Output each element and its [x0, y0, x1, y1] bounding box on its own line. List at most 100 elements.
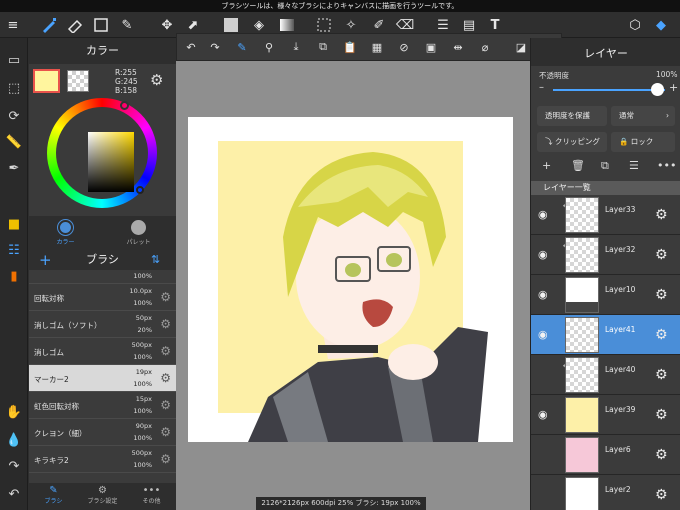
paste-icon[interactable]: 📋	[342, 39, 358, 55]
menu-icon[interactable]: ≡	[4, 16, 22, 34]
gear-icon[interactable]: ⚙	[160, 317, 171, 331]
brush-item[interactable]: 消しゴム 500px 100% ⚙	[29, 338, 176, 365]
brush-item[interactable]: 回転対称 10.0px 100% ⚙	[29, 284, 176, 311]
layout-split-icon[interactable]: ▤	[460, 16, 478, 34]
flip-icon[interactable]: ⇹	[450, 39, 466, 55]
opacity-slider-knob[interactable]	[651, 83, 664, 96]
gear-icon[interactable]: ⚙	[160, 452, 171, 466]
saturation-value-square[interactable]	[88, 132, 134, 192]
gear-icon[interactable]: ⚙	[655, 487, 668, 503]
color-pick-icon[interactable]: ✎	[118, 16, 136, 34]
move-icon[interactable]: ✥	[158, 16, 176, 34]
gear-icon[interactable]: ⚙	[150, 71, 163, 89]
opacity-increase-button[interactable]: +	[669, 81, 678, 94]
brush-list-icon[interactable]: ☷	[4, 240, 24, 260]
lock-button[interactable]: 🔒 ロック	[611, 132, 675, 152]
eye-icon[interactable]: ◉	[538, 408, 556, 422]
layer-row[interactable]: ↲ Layer40 ⚙	[531, 355, 680, 395]
eye-icon[interactable]: ◉	[538, 208, 556, 222]
clipping-button[interactable]: ⤵ クリッピング	[537, 132, 607, 152]
fill-color-icon[interactable]	[222, 16, 240, 34]
layer-row[interactable]: ◉ Layer39 ⚙	[531, 395, 680, 435]
layer-row[interactable]: Layer2 ⚙	[531, 475, 680, 510]
add-layer-icon[interactable]: +	[542, 159, 551, 172]
select-pen-icon[interactable]: ✐	[370, 16, 388, 34]
sub-color-swatch[interactable]	[67, 70, 89, 92]
tab-palette[interactable]: パレット	[102, 216, 175, 250]
layer-row[interactable]: ◉ Layer10 ⚙	[531, 275, 680, 315]
transform-icon[interactable]: ⬈	[184, 16, 202, 34]
duplicate-layer-icon[interactable]: ⧉	[601, 159, 609, 173]
gear-icon[interactable]: ⚙	[655, 287, 668, 303]
undo-side-icon[interactable]: ↶	[4, 484, 24, 504]
more-icon[interactable]: •••	[657, 159, 676, 172]
eye-icon[interactable]: ◉	[538, 288, 556, 302]
tab-other[interactable]: ••• その他	[127, 483, 176, 510]
pen-icon[interactable]: ✒	[4, 158, 24, 178]
save-icon[interactable]: ⤓	[288, 39, 304, 55]
tab-brush-settings[interactable]: ⚙ ブラシ設定	[78, 483, 127, 510]
tab-color[interactable]: カラー	[29, 216, 102, 250]
magic-wand-icon[interactable]: ✧	[342, 16, 360, 34]
page-icon[interactable]: ▭	[4, 50, 24, 70]
gear-icon[interactable]: ⚙	[655, 247, 668, 263]
fill-icon[interactable]: ▣	[423, 39, 439, 55]
eyedropper-icon[interactable]: ⚲	[261, 39, 277, 55]
gear-icon[interactable]: ⚙	[160, 344, 171, 358]
gear-icon[interactable]: ⚙	[160, 398, 171, 412]
bucket-icon[interactable]: ◈	[250, 16, 268, 34]
ruler-toggle-icon[interactable]: ◪	[513, 39, 529, 55]
gear-icon[interactable]: ⚙	[655, 327, 668, 343]
redo-side-icon[interactable]: ↷	[4, 456, 24, 476]
select-eraser-icon[interactable]: ⌫	[396, 16, 414, 34]
layer-row[interactable]: ◉ ↲ Layer32 ⚙	[531, 235, 680, 275]
ruler-icon[interactable]: 📏	[4, 132, 24, 152]
brush-settings-icon[interactable]: ✎	[234, 39, 250, 55]
snap-off-icon[interactable]: ⌀	[477, 39, 493, 55]
gear-icon[interactable]: ⚙	[655, 407, 668, 423]
opacity-slider[interactable]	[553, 89, 665, 91]
tab-brush[interactable]: ✎ ブラシ	[29, 483, 78, 510]
color-panel-icon[interactable]: ■	[4, 214, 24, 234]
main-color-swatch[interactable]	[33, 69, 60, 93]
hand-icon[interactable]: ✋	[4, 402, 24, 422]
gear-icon[interactable]: ⚙	[655, 367, 668, 383]
layer-menu-icon[interactable]: ☰	[629, 159, 639, 172]
brush-item-selected[interactable]: マーカー2 19px 100% ⚙	[29, 365, 176, 392]
grid-icon[interactable]: ▦	[369, 39, 385, 55]
gear-icon[interactable]: ⚙	[160, 290, 171, 304]
brush-item[interactable]: キラキラ2 500px 100% ⚙	[29, 446, 176, 473]
layer-row-selected[interactable]: ◉ Layer41 ⚙	[531, 315, 680, 355]
selection-icon[interactable]: ⬚	[4, 78, 24, 98]
gear-icon[interactable]: ⚙	[655, 207, 668, 223]
undo-icon[interactable]: ↶	[183, 39, 199, 55]
brush-icon[interactable]	[40, 16, 58, 34]
select-icon[interactable]	[315, 16, 333, 34]
canvas-area[interactable]	[176, 38, 530, 510]
eye-icon[interactable]: ◉	[538, 248, 556, 262]
layer-row[interactable]: ◉ ↲ Layer33 ⚙	[531, 195, 680, 235]
opacity-decrease-button[interactable]: –	[539, 82, 544, 93]
gear-icon[interactable]: ⚙	[655, 447, 668, 463]
clear-icon[interactable]: ⊘	[396, 39, 412, 55]
palette-stack-icon[interactable]: ▮	[4, 266, 24, 286]
copy-icon[interactable]: ⧉	[315, 39, 331, 55]
hue-marker[interactable]	[120, 101, 129, 110]
layout-icon[interactable]: ☰	[434, 16, 452, 34]
eraser-icon[interactable]	[66, 16, 84, 34]
gear-icon[interactable]: ⚙	[160, 425, 171, 439]
gradient-icon[interactable]	[278, 16, 296, 34]
delete-layer-icon[interactable]: 🗑	[571, 159, 585, 172]
gear-icon[interactable]: ⚙	[160, 371, 171, 385]
redo-icon[interactable]: ↷	[207, 39, 223, 55]
text-icon[interactable]: T	[486, 16, 504, 34]
layer-row[interactable]: Layer6 ⚙	[531, 435, 680, 475]
materials-icon[interactable]: ⬡	[626, 16, 644, 34]
blend-mode-button[interactable]: 通常 ›	[611, 106, 675, 126]
eye-icon[interactable]: ◉	[538, 328, 556, 342]
sv-marker[interactable]	[136, 186, 144, 194]
rectangle-icon[interactable]	[92, 16, 110, 34]
rotate-icon[interactable]: ⟳	[4, 106, 24, 126]
brush-item[interactable]: 100%	[29, 270, 176, 284]
eyedropper-icon[interactable]: 💧	[4, 430, 24, 450]
